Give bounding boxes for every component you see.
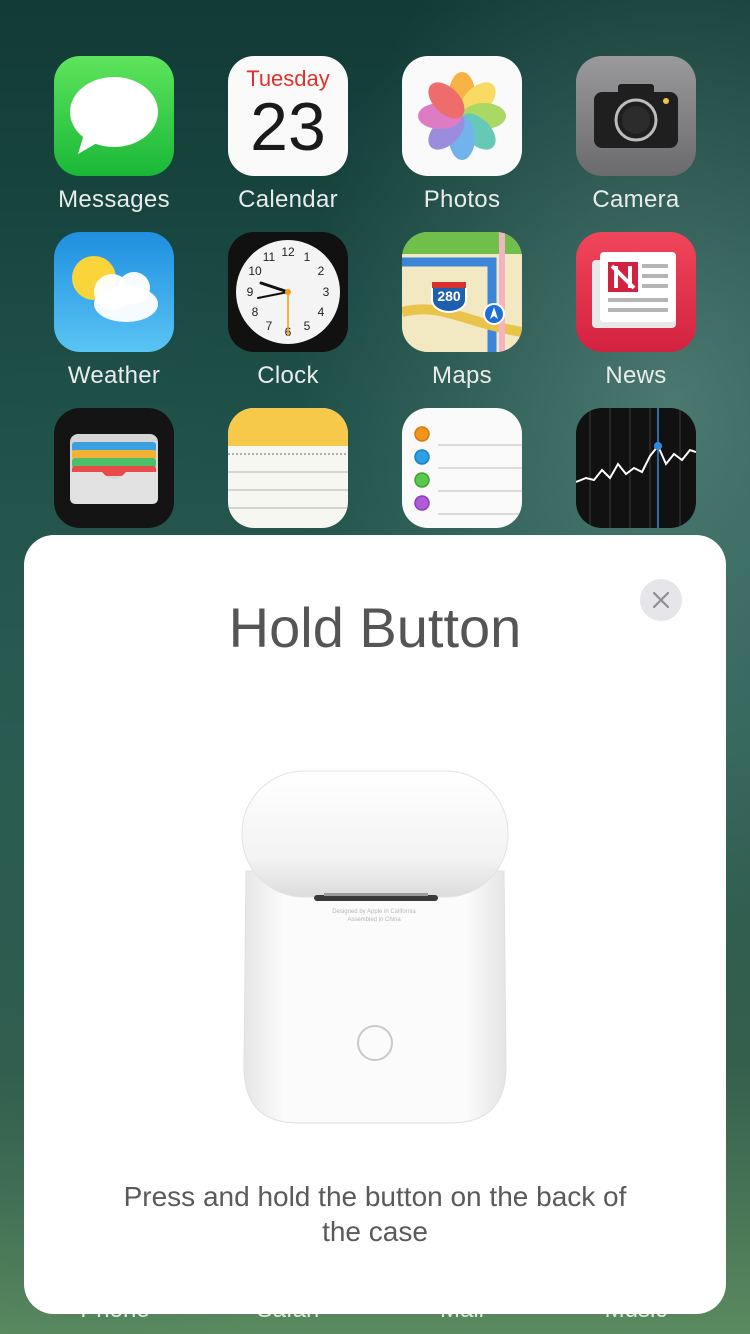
app-maps[interactable]: 280 Maps	[402, 232, 522, 390]
messages-icon	[54, 56, 174, 176]
sheet-title: Hold Button	[228, 596, 522, 659]
app-label: Calendar	[238, 186, 338, 213]
svg-text:5: 5	[304, 319, 311, 333]
airpods-case-illustration: Designed by Apple in California Assemble…	[234, 767, 514, 1127]
svg-text:1: 1	[304, 250, 311, 264]
close-button[interactable]	[640, 579, 682, 621]
svg-text:9: 9	[247, 285, 254, 299]
app-label: Weather	[67, 362, 161, 389]
news-icon	[576, 232, 696, 352]
app-messages[interactable]: Messages	[54, 56, 174, 214]
close-icon	[652, 591, 670, 609]
sheet-description: Press and hold the button on the back of…	[123, 1181, 627, 1247]
svg-text:8: 8	[252, 305, 259, 319]
svg-text:10: 10	[248, 264, 262, 278]
wallet-icon	[54, 408, 174, 528]
app-news[interactable]: News	[576, 232, 696, 390]
case-engraving-line-2: Assembled in China	[347, 917, 401, 923]
app-calendar[interactable]: Tuesday 23 Calendar	[228, 56, 348, 214]
calendar-icon: Tuesday 23	[228, 56, 348, 176]
camera-icon	[576, 56, 696, 176]
case-engraving-line-1: Designed by Apple in California	[332, 909, 416, 915]
stocks-icon	[576, 408, 696, 528]
highway-shield-label: 280	[437, 288, 461, 304]
app-label: Camera	[592, 186, 680, 213]
reminders-icon	[402, 408, 522, 528]
app-notes[interactable]	[228, 408, 348, 528]
app-label: News	[605, 362, 667, 389]
calendar-date: 23	[250, 89, 326, 165]
app-label: Clock	[257, 362, 319, 389]
clock-icon: 1212 345 678 91011	[228, 232, 348, 352]
svg-text:2: 2	[318, 264, 325, 278]
svg-text:11: 11	[263, 250, 276, 264]
app-label: Messages	[58, 186, 170, 213]
app-camera[interactable]: Camera	[576, 56, 696, 214]
weather-icon	[54, 232, 174, 352]
app-clock[interactable]: 1212 345 678 91011 Clock	[228, 232, 348, 390]
svg-text:12: 12	[281, 245, 295, 259]
app-stocks[interactable]	[576, 408, 696, 528]
svg-text:7: 7	[266, 319, 273, 333]
app-label: Photos	[423, 186, 501, 213]
photos-icon	[402, 56, 522, 176]
svg-text:4: 4	[318, 305, 325, 319]
app-label: Maps	[432, 362, 492, 389]
notes-icon	[228, 408, 348, 528]
maps-icon: 280	[402, 232, 522, 352]
airpods-setup-sheet: Hold Button Designed by Apple in Califor…	[24, 535, 726, 1314]
app-photos[interactable]: Photos	[402, 56, 522, 214]
app-reminders[interactable]	[402, 408, 522, 528]
app-weather[interactable]: Weather	[54, 232, 174, 390]
svg-text:3: 3	[323, 285, 330, 299]
app-wallet[interactable]	[54, 408, 174, 528]
